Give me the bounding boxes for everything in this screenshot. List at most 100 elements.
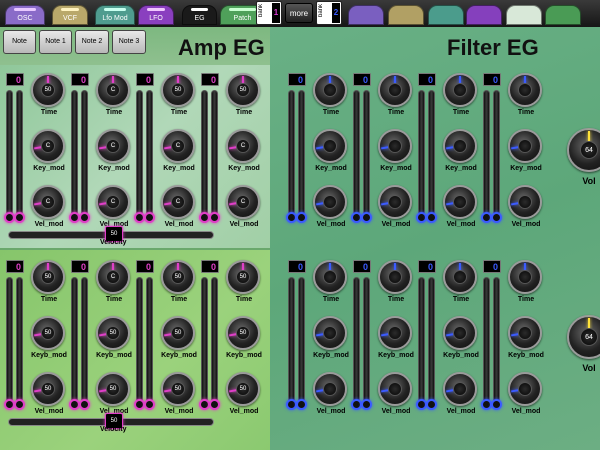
eg-slider-group[interactable]: 0 — [286, 73, 308, 223]
vol-knob[interactable]: 64 Vol — [567, 128, 600, 192]
knob-dial[interactable] — [508, 260, 542, 294]
eg-slider-group[interactable]: 0 — [351, 260, 373, 410]
slider-track[interactable] — [146, 90, 153, 223]
tab-4[interactable]: EG — [182, 5, 217, 25]
knob-dial[interactable]: C — [96, 129, 130, 163]
knob-row2[interactable]: C Key_mod — [159, 129, 199, 177]
knob-dial[interactable]: 50 — [31, 372, 65, 406]
knob-dial[interactable]: 50 — [31, 73, 65, 107]
knob-row3[interactable]: Vel_mod — [311, 372, 351, 420]
knob-row1[interactable]: 50 Time — [29, 73, 69, 121]
slider-track[interactable] — [16, 90, 23, 223]
slider-track[interactable] — [493, 90, 500, 223]
knob-row2[interactable]: C Key_mod — [224, 129, 264, 177]
knob-dial[interactable]: C — [96, 185, 130, 219]
slider-track[interactable] — [211, 90, 218, 223]
slider-track[interactable] — [418, 277, 425, 410]
knob-row3[interactable]: 50 Vel_mod — [29, 372, 69, 420]
knob-dial[interactable] — [508, 316, 542, 350]
slider-track[interactable] — [483, 90, 490, 223]
knob-row2[interactable]: Key_mod — [311, 129, 351, 177]
eg-slider-group[interactable]: 0 — [199, 260, 221, 410]
knob-dial[interactable] — [378, 185, 412, 219]
knob-row3[interactable]: C Vel_mod — [29, 185, 69, 233]
slider-track[interactable] — [288, 277, 295, 410]
knob-row2[interactable]: 50 Keyb_mod — [224, 316, 264, 364]
slider-track[interactable] — [428, 90, 435, 223]
eg-slider-group[interactable]: 0 — [481, 260, 503, 410]
note2-button[interactable]: Note 2 — [75, 30, 109, 54]
knob-dial[interactable] — [378, 73, 412, 107]
knob-dial[interactable] — [443, 372, 477, 406]
knob-dial[interactable]: C — [226, 129, 260, 163]
vol-dial[interactable]: 64 — [567, 128, 600, 172]
slider-track[interactable] — [6, 90, 13, 223]
knob-dial[interactable]: C — [96, 73, 130, 107]
note3-button[interactable]: Note 3 — [112, 30, 146, 54]
knob-dial[interactable] — [508, 73, 542, 107]
velocity-slider[interactable]: 50 — [8, 413, 214, 429]
knob-row1[interactable]: Time — [376, 73, 416, 121]
slider-track[interactable] — [146, 277, 153, 410]
knob-row2[interactable]: 50 Keyb_mod — [94, 316, 134, 364]
eg-slider-group[interactable]: 0 — [351, 73, 373, 223]
knob-row1[interactable]: 50 Time — [224, 73, 264, 121]
knob-dial[interactable]: 50 — [226, 372, 260, 406]
eg-slider-group[interactable]: 0 — [416, 260, 438, 410]
knob-dial[interactable]: 50 — [226, 260, 260, 294]
knob-dial[interactable] — [508, 372, 542, 406]
knob-row1[interactable]: 50 Time — [159, 260, 199, 308]
knob-row2[interactable]: C Key_mod — [94, 129, 134, 177]
knob-row2[interactable]: Keyb_mod — [506, 316, 546, 364]
knob-row1[interactable]: Time — [311, 260, 351, 308]
slider-track[interactable] — [71, 277, 78, 410]
knob-dial[interactable]: 50 — [161, 73, 195, 107]
knob-dial[interactable]: 50 — [96, 316, 130, 350]
eg-slider-group[interactable]: 0 — [69, 260, 91, 410]
velocity-slider[interactable]: 50 — [8, 226, 214, 242]
knob-row2[interactable]: Key_mod — [376, 129, 416, 177]
knob-row1[interactable]: Time — [311, 73, 351, 121]
knob-dial[interactable]: 50 — [96, 372, 130, 406]
slider-track[interactable] — [136, 277, 143, 410]
knob-row1[interactable]: Time — [506, 73, 546, 121]
knob-row3[interactable]: Vel_mod — [376, 372, 416, 420]
knob-row3[interactable]: Vel_mod — [441, 372, 481, 420]
knob-row3[interactable]: Vel_mod — [311, 185, 351, 233]
knob-row1[interactable]: 50 Time — [224, 260, 264, 308]
right-tab-3[interactable] — [466, 5, 502, 25]
slider-track[interactable] — [16, 277, 23, 410]
knob-dial[interactable] — [313, 129, 347, 163]
knob-row2[interactable]: Keyb_mod — [311, 316, 351, 364]
knob-dial[interactable] — [443, 316, 477, 350]
note-button[interactable]: Note — [3, 30, 36, 54]
knob-row3[interactable]: C Vel_mod — [224, 185, 264, 233]
knob-dial[interactable] — [313, 185, 347, 219]
slider-track[interactable] — [211, 277, 218, 410]
eg-slider-group[interactable]: 0 — [199, 73, 221, 223]
bank1-button[interactable]: bank 1 — [256, 1, 282, 25]
eg-slider-group[interactable]: 0 — [416, 73, 438, 223]
slider-track[interactable] — [81, 277, 88, 410]
slider-track[interactable] — [298, 90, 305, 223]
knob-row2[interactable]: Keyb_mod — [441, 316, 481, 364]
right-tab-0[interactable] — [348, 5, 384, 25]
slider-track[interactable] — [136, 90, 143, 223]
knob-row1[interactable]: Time — [441, 73, 481, 121]
slider-track[interactable] — [353, 90, 360, 223]
eg-slider-group[interactable]: 0 — [134, 260, 156, 410]
knob-row2[interactable]: C Key_mod — [29, 129, 69, 177]
knob-dial[interactable] — [313, 372, 347, 406]
tab-1[interactable]: VCF — [52, 5, 88, 25]
slider-track[interactable] — [201, 90, 208, 223]
knob-row3[interactable]: Vel_mod — [376, 185, 416, 233]
knob-row2[interactable]: Key_mod — [506, 129, 546, 177]
knob-row1[interactable]: 50 Time — [29, 260, 69, 308]
slider-track[interactable] — [81, 90, 88, 223]
tab-2[interactable]: Lfo Mod — [95, 5, 135, 25]
knob-dial[interactable] — [508, 185, 542, 219]
knob-row2[interactable]: 50 Keyb_mod — [159, 316, 199, 364]
knob-row3[interactable]: 50 Vel_mod — [159, 372, 199, 420]
right-tab-2[interactable] — [428, 5, 464, 25]
knob-dial[interactable]: 50 — [31, 260, 65, 294]
